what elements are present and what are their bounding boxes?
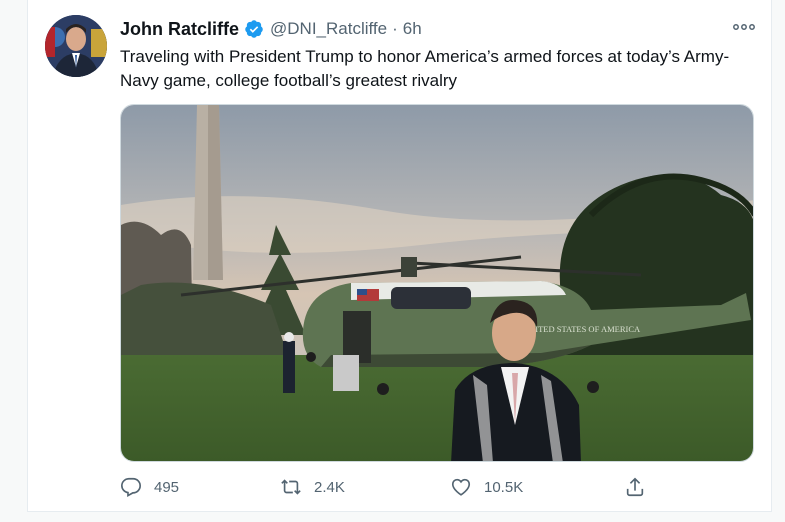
reply-icon bbox=[121, 477, 141, 498]
tweet-text: Traveling with President Trump to honor … bbox=[120, 47, 730, 90]
tweet-timestamp[interactable]: 6h bbox=[403, 19, 422, 39]
retweet-icon bbox=[281, 479, 301, 495]
author-handle[interactable]: @DNI_Ratcliffe bbox=[270, 19, 387, 39]
more-options-icon[interactable] bbox=[731, 20, 757, 34]
reply-button[interactable]: 495 bbox=[120, 476, 179, 498]
heart-icon bbox=[451, 478, 471, 496]
like-button[interactable]: 10.5K bbox=[450, 476, 523, 498]
share-button[interactable] bbox=[624, 476, 658, 498]
retweet-button[interactable]: 2.4K bbox=[280, 476, 345, 498]
retweet-count: 2.4K bbox=[314, 478, 345, 496]
verified-badge-icon bbox=[244, 19, 264, 39]
separator-dot: · bbox=[392, 19, 398, 38]
avatar[interactable] bbox=[45, 15, 107, 77]
like-count: 10.5K bbox=[484, 478, 524, 496]
tweet-header: John Ratcliffe @DNI_Ratcliffe · 6h bbox=[120, 17, 422, 41]
tweet-actions: 495 2.4K 10.5K bbox=[120, 476, 680, 502]
share-icon bbox=[626, 477, 644, 497]
helicopter-lettering: UNITED STATES OF AMERICA bbox=[523, 324, 641, 334]
reply-count: 495 bbox=[154, 478, 180, 496]
display-name[interactable]: John Ratcliffe bbox=[120, 19, 239, 40]
tweet-photo[interactable]: UNITED STATES OF AMERICA bbox=[120, 104, 754, 462]
tweet-card[interactable]: John Ratcliffe @DNI_Ratcliffe · 6h Trave… bbox=[27, 0, 772, 512]
